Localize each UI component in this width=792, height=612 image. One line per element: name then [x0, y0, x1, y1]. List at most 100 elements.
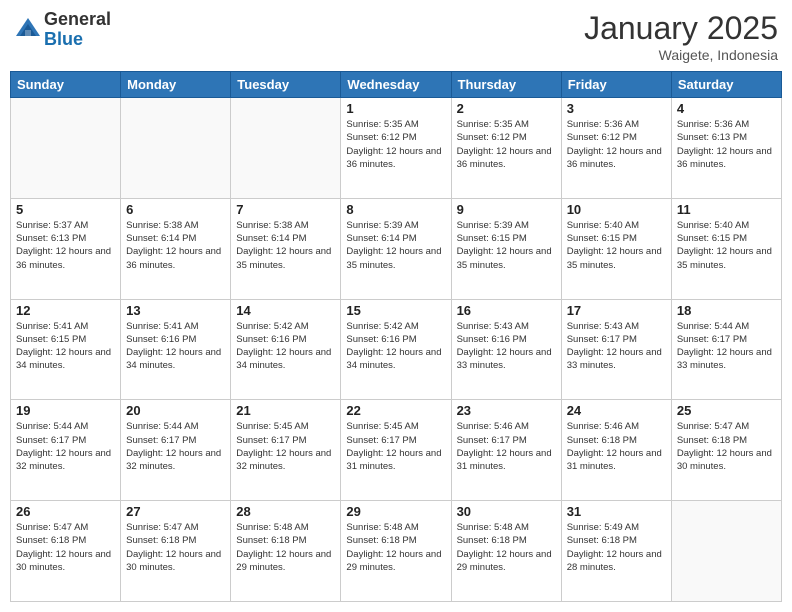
table-row: 28 Sunrise: 5:48 AM Sunset: 6:18 PM Dayli…	[231, 501, 341, 602]
day-number: 10	[567, 202, 666, 217]
col-saturday: Saturday	[671, 72, 781, 98]
table-row: 17 Sunrise: 5:43 AM Sunset: 6:17 PM Dayli…	[561, 299, 671, 400]
table-row: 29 Sunrise: 5:48 AM Sunset: 6:18 PM Dayli…	[341, 501, 451, 602]
day-number: 18	[677, 303, 776, 318]
calendar-week-row: 5Sunrise: 5:37 AM Sunset: 6:13 PM Daylig…	[11, 198, 782, 299]
day-info: Sunrise: 5:48 AM Sunset: 6:18 PM Dayligh…	[236, 521, 335, 574]
day-number: 23	[457, 403, 556, 418]
col-thursday: Thursday	[451, 72, 561, 98]
col-sunday: Sunday	[11, 72, 121, 98]
day-number: 26	[16, 504, 115, 519]
table-row: 18 Sunrise: 5:44 AM Sunset: 6:17 PM Dayli…	[671, 299, 781, 400]
day-info: Sunrise: 5:45 AM Sunset: 6:17 PM Dayligh…	[236, 420, 335, 473]
table-row: 14Sunrise: 5:42 AM Sunset: 6:16 PM Dayli…	[231, 299, 341, 400]
day-number: 31	[567, 504, 666, 519]
day-number: 16	[457, 303, 556, 318]
day-info: Sunrise: 5:36 AM Sunset: 6:13 PM Dayligh…	[677, 118, 776, 171]
calendar-week-row: 12 Sunrise: 5:41 AM Sunset: 6:15 PM Dayli…	[11, 299, 782, 400]
day-info: Sunrise: 5:47 AM Sunset: 6:18 PM Dayligh…	[677, 420, 776, 473]
day-info: Sunrise: 5:42 AM Sunset: 6:16 PM Dayligh…	[236, 320, 335, 373]
table-row: 30 Sunrise: 5:48 AM Sunset: 6:18 PM Dayli…	[451, 501, 561, 602]
calendar-week-row: 19 Sunrise: 5:44 AM Sunset: 6:17 PM Dayli…	[11, 400, 782, 501]
day-info: Sunrise: 5:43 AM Sunset: 6:17 PM Dayligh…	[567, 320, 666, 373]
table-row	[11, 98, 121, 199]
table-row: 23 Sunrise: 5:46 AM Sunset: 6:17 PM Dayli…	[451, 400, 561, 501]
day-info: Sunrise: 5:40 AM Sunset: 6:15 PM Dayligh…	[567, 219, 666, 272]
day-number: 13	[126, 303, 225, 318]
table-row	[231, 98, 341, 199]
logo-general-text: General	[44, 9, 111, 29]
day-info: Sunrise: 5:45 AM Sunset: 6:17 PM Dayligh…	[346, 420, 445, 473]
day-info: Sunrise: 5:35 AM Sunset: 6:12 PM Dayligh…	[346, 118, 445, 171]
table-row: 26Sunrise: 5:47 AM Sunset: 6:18 PM Dayli…	[11, 501, 121, 602]
day-info: Sunrise: 5:47 AM Sunset: 6:18 PM Dayligh…	[126, 521, 225, 574]
day-number: 7	[236, 202, 335, 217]
table-row: 24 Sunrise: 5:46 AM Sunset: 6:18 PM Dayli…	[561, 400, 671, 501]
day-number: 21	[236, 403, 335, 418]
day-number: 22	[346, 403, 445, 418]
table-row: 9Sunrise: 5:39 AM Sunset: 6:15 PM Daylig…	[451, 198, 561, 299]
table-row: 31Sunrise: 5:49 AM Sunset: 6:18 PM Dayli…	[561, 501, 671, 602]
day-number: 2	[457, 101, 556, 116]
day-number: 19	[16, 403, 115, 418]
table-row: 10 Sunrise: 5:40 AM Sunset: 6:15 PM Dayli…	[561, 198, 671, 299]
calendar-header-row: Sunday Monday Tuesday Wednesday Thursday…	[11, 72, 782, 98]
day-number: 12	[16, 303, 115, 318]
table-row	[121, 98, 231, 199]
header: General Blue January 2025 Waigete, Indon…	[10, 10, 782, 63]
table-row: 16 Sunrise: 5:43 AM Sunset: 6:16 PM Dayli…	[451, 299, 561, 400]
logo-icon	[14, 16, 42, 44]
table-row: 1 Sunrise: 5:35 AM Sunset: 6:12 PM Daylig…	[341, 98, 451, 199]
day-info: Sunrise: 5:40 AM Sunset: 6:15 PM Dayligh…	[677, 219, 776, 272]
table-row: 3 Sunrise: 5:36 AM Sunset: 6:12 PM Daylig…	[561, 98, 671, 199]
day-info: Sunrise: 5:39 AM Sunset: 6:15 PM Dayligh…	[457, 219, 556, 272]
table-row: 19 Sunrise: 5:44 AM Sunset: 6:17 PM Dayli…	[11, 400, 121, 501]
day-info: Sunrise: 5:46 AM Sunset: 6:17 PM Dayligh…	[457, 420, 556, 473]
day-number: 4	[677, 101, 776, 116]
day-number: 20	[126, 403, 225, 418]
day-info: Sunrise: 5:44 AM Sunset: 6:17 PM Dayligh…	[16, 420, 115, 473]
day-number: 24	[567, 403, 666, 418]
table-row: 22 Sunrise: 5:45 AM Sunset: 6:17 PM Dayli…	[341, 400, 451, 501]
month-title: January 2025	[584, 10, 778, 47]
calendar-table: Sunday Monday Tuesday Wednesday Thursday…	[10, 71, 782, 602]
day-number: 29	[346, 504, 445, 519]
location: Waigete, Indonesia	[584, 47, 778, 63]
day-info: Sunrise: 5:38 AM Sunset: 6:14 PM Dayligh…	[236, 219, 335, 272]
day-info: Sunrise: 5:48 AM Sunset: 6:18 PM Dayligh…	[346, 521, 445, 574]
page: General Blue January 2025 Waigete, Indon…	[0, 0, 792, 612]
day-number: 8	[346, 202, 445, 217]
table-row: 8 Sunrise: 5:39 AM Sunset: 6:14 PM Daylig…	[341, 198, 451, 299]
col-tuesday: Tuesday	[231, 72, 341, 98]
day-number: 15	[346, 303, 445, 318]
day-info: Sunrise: 5:44 AM Sunset: 6:17 PM Dayligh…	[677, 320, 776, 373]
day-number: 30	[457, 504, 556, 519]
day-number: 17	[567, 303, 666, 318]
day-info: Sunrise: 5:48 AM Sunset: 6:18 PM Dayligh…	[457, 521, 556, 574]
table-row: 13Sunrise: 5:41 AM Sunset: 6:16 PM Dayli…	[121, 299, 231, 400]
col-monday: Monday	[121, 72, 231, 98]
calendar-week-row: 26 Sunrise: 5:47 AM Sunset: 6:18 PM Dayli…	[11, 501, 782, 602]
day-info: Sunrise: 5:44 AM Sunset: 6:17 PM Dayligh…	[126, 420, 225, 473]
day-info: Sunrise: 5:35 AM Sunset: 6:12 PM Dayligh…	[457, 118, 556, 171]
day-info: Sunrise: 5:36 AM Sunset: 6:12 PM Dayligh…	[567, 118, 666, 171]
day-number: 6	[126, 202, 225, 217]
calendar-week-row: 1 Sunrise: 5:35 AM Sunset: 6:12 PM Daylig…	[11, 98, 782, 199]
day-number: 1	[346, 101, 445, 116]
day-info: Sunrise: 5:43 AM Sunset: 6:16 PM Dayligh…	[457, 320, 556, 373]
logo-blue-text: Blue	[44, 29, 83, 49]
day-info: Sunrise: 5:37 AM Sunset: 6:13 PM Dayligh…	[16, 219, 115, 272]
table-row: 2 Sunrise: 5:35 AM Sunset: 6:12 PM Daylig…	[451, 98, 561, 199]
day-number: 11	[677, 202, 776, 217]
col-friday: Friday	[561, 72, 671, 98]
day-info: Sunrise: 5:46 AM Sunset: 6:18 PM Dayligh…	[567, 420, 666, 473]
table-row: 11 Sunrise: 5:40 AM Sunset: 6:15 PM Dayli…	[671, 198, 781, 299]
day-info: Sunrise: 5:39 AM Sunset: 6:14 PM Dayligh…	[346, 219, 445, 272]
table-row: 12 Sunrise: 5:41 AM Sunset: 6:15 PM Dayli…	[11, 299, 121, 400]
title-area: January 2025 Waigete, Indonesia	[584, 10, 778, 63]
table-row: 4 Sunrise: 5:36 AM Sunset: 6:13 PM Daylig…	[671, 98, 781, 199]
day-info: Sunrise: 5:41 AM Sunset: 6:15 PM Dayligh…	[16, 320, 115, 373]
day-number: 28	[236, 504, 335, 519]
table-row: 15Sunrise: 5:42 AM Sunset: 6:16 PM Dayli…	[341, 299, 451, 400]
day-number: 3	[567, 101, 666, 116]
